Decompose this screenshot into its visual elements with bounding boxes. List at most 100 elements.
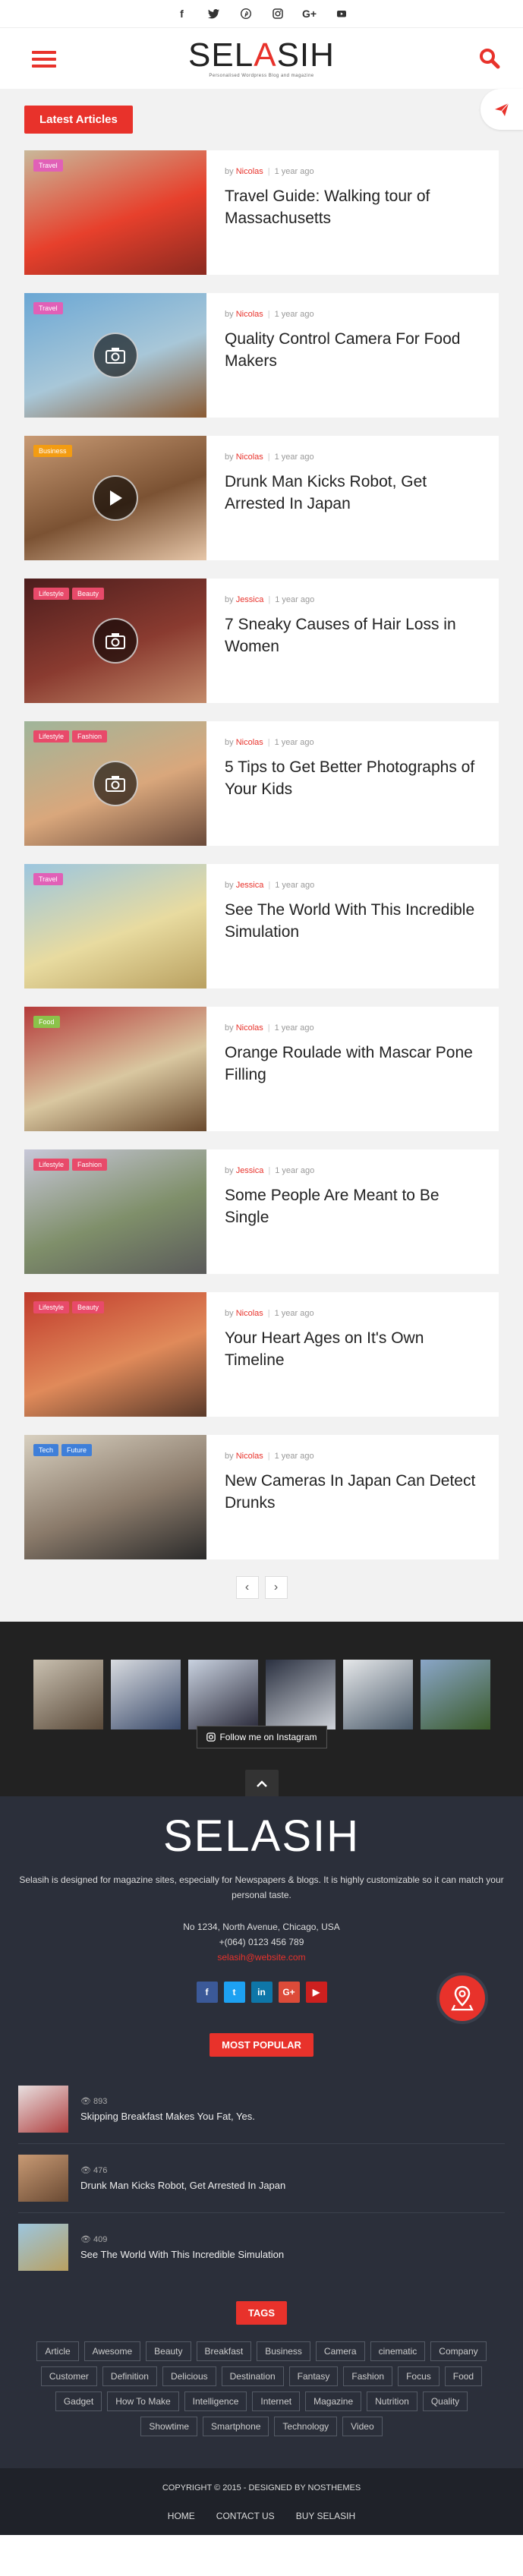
prev-page-button[interactable]: ‹ bbox=[235, 1576, 259, 1599]
facebook-icon[interactable]: f bbox=[176, 8, 188, 20]
tag-link[interactable]: Delicious bbox=[162, 2366, 216, 2386]
category-badge[interactable]: Future bbox=[61, 1444, 93, 1456]
tag-link[interactable]: Gadget bbox=[55, 2392, 102, 2411]
article-card[interactable]: Lifestyle Fashion by Jessica | 1 year ago Som… bbox=[24, 1149, 499, 1274]
tag-link[interactable]: Definition bbox=[102, 2366, 157, 2386]
article-author[interactable]: Nicolas bbox=[236, 452, 263, 462]
article-title[interactable]: 7 Sneaky Causes of Hair Loss in Women bbox=[225, 613, 480, 657]
tag-link[interactable]: Customer bbox=[40, 2366, 97, 2386]
tag-link[interactable]: Destination bbox=[221, 2366, 284, 2386]
search-icon[interactable] bbox=[479, 48, 500, 69]
twitter-icon[interactable]: t bbox=[223, 1982, 245, 2003]
tag-link[interactable]: Showtime bbox=[140, 2417, 198, 2436]
article-card[interactable]: Tech Future by Nicolas | 1 year ago New Camer… bbox=[24, 1435, 499, 1559]
category-badge[interactable]: Business bbox=[33, 445, 72, 457]
google-plus-icon[interactable]: G+ bbox=[278, 1982, 300, 2003]
article-thumbnail[interactable]: Lifestyle Beauty bbox=[24, 1292, 206, 1417]
popular-post-thumbnail[interactable] bbox=[18, 2086, 68, 2133]
tag-link[interactable]: Camera bbox=[315, 2341, 365, 2361]
popular-post-thumbnail[interactable] bbox=[18, 2224, 68, 2271]
tag-link[interactable]: Magazine bbox=[305, 2392, 362, 2411]
linkedin-icon[interactable]: in bbox=[250, 1982, 273, 2003]
article-author[interactable]: Nicolas bbox=[236, 1452, 263, 1461]
footer-link-buy[interactable]: BUY SELASIH bbox=[296, 2511, 355, 2521]
play-icon[interactable] bbox=[93, 475, 138, 521]
popular-post-title[interactable]: See The World With This Incredible Simul… bbox=[80, 2249, 284, 2260]
follow-instagram-button[interactable]: Follow me on Instagram bbox=[196, 1726, 327, 1748]
tag-link[interactable]: Business bbox=[257, 2341, 310, 2361]
category-badge[interactable]: Food bbox=[33, 1016, 60, 1028]
tag-link[interactable]: Smartphone bbox=[203, 2417, 269, 2436]
google-plus-icon[interactable]: G+ bbox=[302, 8, 317, 20]
tag-link[interactable]: Video bbox=[342, 2417, 383, 2436]
popular-post-thumbnail[interactable] bbox=[18, 2155, 68, 2202]
article-thumbnail[interactable]: Food bbox=[24, 1007, 206, 1131]
article-author[interactable]: Jessica bbox=[236, 881, 264, 890]
instagram-photo[interactable] bbox=[187, 1660, 258, 1729]
category-badge[interactable]: Beauty bbox=[72, 1301, 105, 1313]
map-marker-icon[interactable] bbox=[436, 1972, 488, 2024]
article-title[interactable]: Quality Control Camera For Food Makers bbox=[225, 328, 480, 372]
category-badge[interactable]: Lifestyle bbox=[33, 588, 70, 600]
tag-link[interactable]: Internet bbox=[252, 2392, 301, 2411]
article-title[interactable]: See The World With This Incredible Simul… bbox=[225, 899, 480, 943]
tag-link[interactable]: Beauty bbox=[146, 2341, 191, 2361]
facebook-icon[interactable]: f bbox=[196, 1982, 218, 2003]
tag-link[interactable]: Quality bbox=[422, 2392, 468, 2411]
article-card[interactable]: Food by Nicolas | 1 year ago Orange Roulade … bbox=[24, 1007, 499, 1131]
twitter-icon[interactable] bbox=[208, 8, 220, 20]
article-card[interactable]: Lifestyle Beauty by Nicolas | 1 year ago Your… bbox=[24, 1292, 499, 1417]
article-title[interactable]: Your Heart Ages on It's Own Timeline bbox=[225, 1327, 480, 1371]
back-to-top-button[interactable] bbox=[244, 1770, 279, 1797]
article-title[interactable]: Some People Are Meant to Be Single bbox=[225, 1184, 480, 1228]
youtube-icon[interactable]: ▶ bbox=[305, 1982, 327, 2003]
article-author[interactable]: Nicolas bbox=[236, 738, 263, 747]
instagram-photo[interactable] bbox=[342, 1660, 413, 1729]
popular-post[interactable]: 👁 476 Drunk Man Kicks Robot, Get Arrested… bbox=[18, 2144, 505, 2213]
category-badge[interactable]: Tech bbox=[33, 1444, 59, 1456]
tag-link[interactable]: How To Make bbox=[107, 2392, 179, 2411]
menu-icon[interactable] bbox=[32, 51, 56, 68]
instagram-photo[interactable] bbox=[110, 1660, 181, 1729]
tag-link[interactable]: Focus bbox=[398, 2366, 440, 2386]
popular-post[interactable]: 👁 409 See The World With This Incredible … bbox=[18, 2213, 505, 2281]
article-title[interactable]: Travel Guide: Walking tour of Massachuse… bbox=[225, 185, 480, 229]
tag-link[interactable]: Fashion bbox=[343, 2366, 393, 2386]
category-badge[interactable]: Fashion bbox=[72, 730, 108, 743]
article-thumbnail[interactable]: Travel bbox=[24, 150, 206, 275]
tag-link[interactable]: Fantasy bbox=[288, 2366, 339, 2386]
tag-link[interactable]: cinematic bbox=[370, 2341, 426, 2361]
send-icon[interactable] bbox=[480, 89, 523, 130]
tag-link[interactable]: Article bbox=[36, 2341, 79, 2361]
instagram-icon[interactable] bbox=[272, 8, 284, 20]
pinterest-icon[interactable] bbox=[240, 8, 252, 20]
article-card[interactable]: Lifestyle Beauty by Jessica | 1 year ago 7 Sn… bbox=[24, 579, 499, 703]
footer-link-home[interactable]: HOME bbox=[168, 2511, 195, 2521]
tag-link[interactable]: Food bbox=[444, 2366, 483, 2386]
popular-post-title[interactable]: Skipping Breakfast Makes You Fat, Yes. bbox=[80, 2111, 255, 2122]
footer-link-contact[interactable]: CONTACT US bbox=[216, 2511, 275, 2521]
article-title[interactable]: Drunk Man Kicks Robot, Get Arrested In J… bbox=[225, 471, 480, 515]
article-thumbnail[interactable]: Travel bbox=[24, 293, 206, 418]
instagram-photo[interactable] bbox=[33, 1660, 103, 1729]
article-author[interactable]: Jessica bbox=[236, 1166, 264, 1175]
category-badge[interactable]: Travel bbox=[33, 873, 63, 885]
tag-link[interactable]: Technology bbox=[274, 2417, 338, 2436]
article-author[interactable]: Nicolas bbox=[236, 167, 263, 176]
category-badge[interactable]: Lifestyle bbox=[33, 730, 70, 743]
tag-link[interactable]: Nutrition bbox=[367, 2392, 417, 2411]
article-thumbnail[interactable]: Lifestyle Fashion bbox=[24, 721, 206, 846]
article-card[interactable]: Business by Nicolas | 1 year ago Drunk Man K… bbox=[24, 436, 499, 560]
article-card[interactable]: Travel by Nicolas | 1 year ago Quality Contr… bbox=[24, 293, 499, 418]
tag-link[interactable]: Intelligence bbox=[184, 2392, 247, 2411]
article-title[interactable]: Orange Roulade with Mascar Pone Filling bbox=[225, 1042, 480, 1086]
article-author[interactable]: Nicolas bbox=[236, 1023, 263, 1033]
article-thumbnail[interactable]: Tech Future bbox=[24, 1435, 206, 1559]
article-card[interactable]: Travel by Nicolas | 1 year ago Travel Guide:… bbox=[24, 150, 499, 275]
article-card[interactable]: Travel by Jessica | 1 year ago See The World… bbox=[24, 864, 499, 988]
category-badge[interactable]: Travel bbox=[33, 302, 63, 314]
article-author[interactable]: Jessica bbox=[236, 595, 264, 604]
next-page-button[interactable]: › bbox=[264, 1576, 288, 1599]
popular-post-title[interactable]: Drunk Man Kicks Robot, Get Arrested In J… bbox=[80, 2180, 285, 2191]
article-title[interactable]: 5 Tips to Get Better Photographs of Your… bbox=[225, 756, 480, 800]
